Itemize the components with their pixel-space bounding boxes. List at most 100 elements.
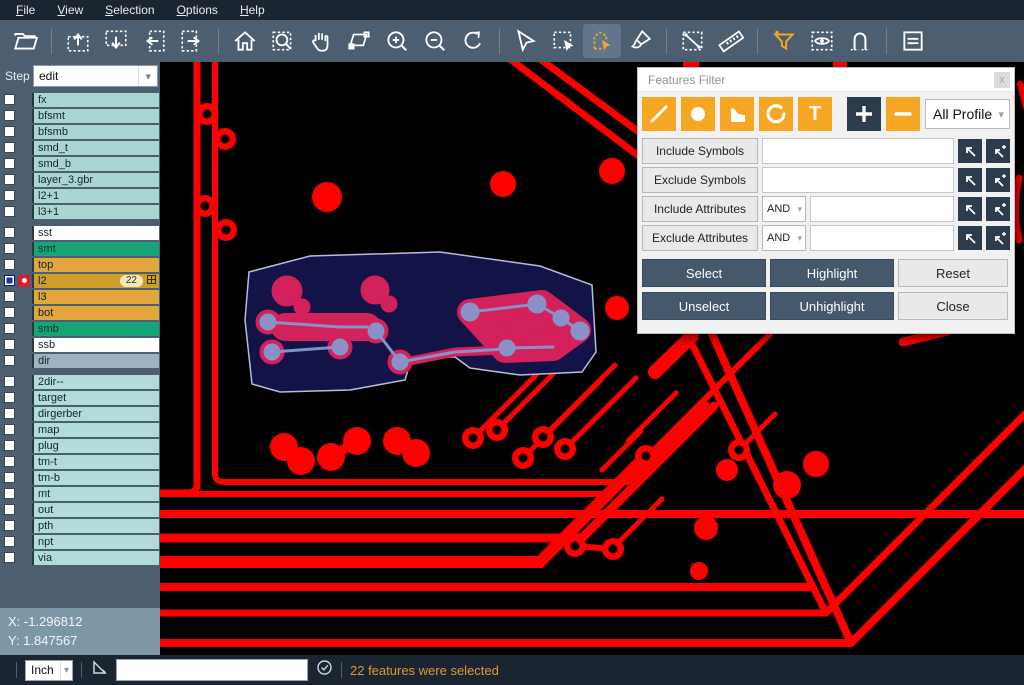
exclude-symbols-button[interactable]: Exclude Symbols	[642, 167, 758, 193]
layer-row[interactable]: via	[1, 550, 159, 565]
profile-select[interactable]: All Profile ▾	[925, 99, 1010, 129]
home-view-icon[interactable]	[226, 24, 264, 58]
layer-name-chip[interactable]: npt	[32, 535, 159, 549]
layer-row[interactable]: npt	[1, 534, 159, 549]
layer-name-chip[interactable]: smb	[32, 322, 159, 336]
text-feature-button[interactable]: T	[798, 97, 832, 131]
step-select[interactable]: edit ▾	[33, 65, 158, 87]
pick-arrow-icon[interactable]	[958, 197, 982, 221]
layer-row[interactable]: 2dir--	[1, 374, 159, 389]
layer-name-chip[interactable]: smd_t	[32, 141, 159, 155]
zoom-in-icon[interactable]	[378, 24, 416, 58]
layer-row[interactable]: bfsmt	[1, 108, 159, 123]
layer-name-chip[interactable]: tm-t	[32, 455, 159, 469]
layer-visibility-checkbox[interactable]	[4, 408, 15, 419]
exclude-attributes-input[interactable]	[810, 225, 954, 251]
layer-name-chip[interactable]: bfsmt	[32, 109, 159, 123]
layer-row[interactable]: dir	[1, 353, 159, 368]
layer-visibility-checkbox[interactable]	[4, 552, 15, 563]
layer-name-chip[interactable]: plug	[32, 439, 159, 453]
layer-name-chip[interactable]: pth	[32, 519, 159, 533]
layer-row[interactable]: smd_b	[1, 156, 159, 171]
layer-row[interactable]: smb	[1, 321, 159, 336]
clean-brush-icon[interactable]	[621, 24, 659, 58]
command-input[interactable]	[116, 659, 308, 681]
menu-selection[interactable]: Selection	[95, 1, 164, 19]
layer-name-chip[interactable]: target	[32, 391, 159, 405]
layer-visibility-checkbox[interactable]	[4, 206, 15, 217]
layer-row[interactable]: layer_3.gbr	[1, 172, 159, 187]
add-filter-button[interactable]	[847, 97, 881, 131]
layer-name-chip[interactable]: smt	[32, 242, 159, 256]
layer-name-chip[interactable]: tm-b	[32, 471, 159, 485]
arc-feature-button[interactable]	[759, 97, 793, 131]
layer-name-chip[interactable]: bfsmb	[32, 125, 159, 139]
close-icon[interactable]: x	[994, 72, 1010, 88]
layer-row[interactable]: smt	[1, 241, 159, 256]
layer-name-chip[interactable]: layer_3.gbr	[32, 173, 159, 187]
zoom-polygon-icon[interactable]	[340, 24, 378, 58]
layer-row[interactable]: target	[1, 390, 159, 405]
close-button[interactable]: Close	[898, 292, 1008, 320]
pick-arrow-add-icon[interactable]	[986, 168, 1010, 192]
layer-name-chip[interactable]: fx	[32, 93, 159, 107]
layer-name-chip[interactable]: mt	[32, 487, 159, 501]
layer-visibility-checkbox[interactable]	[4, 424, 15, 435]
include-symbols-input[interactable]	[762, 138, 954, 164]
layer-row[interactable]: out	[1, 502, 159, 517]
include-attributes-op-select[interactable]: AND ▾	[762, 196, 806, 222]
pick-arrow-add-icon[interactable]	[986, 139, 1010, 163]
layer-visibility-checkbox[interactable]	[4, 456, 15, 467]
pan-up-icon[interactable]	[59, 24, 97, 58]
layer-visibility-checkbox[interactable]	[4, 259, 15, 270]
layer-name-chip[interactable]: 2dir--	[32, 375, 159, 389]
layer-visibility-checkbox[interactable]	[4, 227, 15, 238]
exclude-symbols-input[interactable]	[762, 167, 954, 193]
layer-row[interactable]: l2+1	[1, 188, 159, 203]
menu-view[interactable]: View	[47, 1, 93, 19]
layers-panel-icon[interactable]	[894, 24, 932, 58]
layer-name-chip[interactable]: top	[32, 258, 159, 272]
pick-arrow-icon[interactable]	[958, 168, 982, 192]
line-feature-button[interactable]	[642, 97, 676, 131]
pick-arrow-add-icon[interactable]	[986, 197, 1010, 221]
exclude-attributes-op-select[interactable]: AND ▾	[762, 225, 806, 251]
remove-filter-button[interactable]	[886, 97, 920, 131]
layer-visibility-checkbox[interactable]	[4, 126, 15, 137]
layer-row[interactable]: bfsmb	[1, 124, 159, 139]
pick-arrow-add-icon[interactable]	[986, 226, 1010, 250]
layer-name-chip[interactable]: l2 22	[32, 274, 159, 288]
layer-name-chip[interactable]: map	[32, 423, 159, 437]
layer-visibility-checkbox[interactable]	[4, 94, 15, 105]
layer-visibility-checkbox[interactable]	[4, 174, 15, 185]
layer-visibility-checkbox[interactable]	[4, 243, 15, 254]
include-attributes-input[interactable]	[810, 196, 954, 222]
polygon-select-icon[interactable]	[583, 24, 621, 58]
select-cursor-icon[interactable]	[507, 24, 545, 58]
unselect-button[interactable]: Unselect	[642, 292, 766, 320]
measure-line-icon[interactable]	[674, 24, 712, 58]
layer-visibility-checkbox[interactable]	[4, 323, 15, 334]
open-folder-icon[interactable]	[6, 24, 44, 58]
layer-visibility-checkbox[interactable]	[4, 142, 15, 153]
layer-name-chip[interactable]: dirgerber	[32, 407, 159, 421]
exclude-attributes-button[interactable]: Exclude Attributes	[642, 225, 758, 251]
rect-select-icon[interactable]	[545, 24, 583, 58]
layer-visibility-checkbox[interactable]	[4, 158, 15, 169]
layer-visibility-checkbox[interactable]	[4, 536, 15, 547]
surface-feature-button[interactable]	[720, 97, 754, 131]
layer-name-chip[interactable]: bot	[32, 306, 159, 320]
layer-row[interactable]: smd_t	[1, 140, 159, 155]
layer-visibility-checkbox[interactable]	[4, 339, 15, 350]
layer-row[interactable]: tm-t	[1, 454, 159, 469]
layer-row[interactable]: mt	[1, 486, 159, 501]
pan-down-icon[interactable]	[97, 24, 135, 58]
layer-row[interactable]: dirgerber	[1, 406, 159, 421]
zoom-out-icon[interactable]	[416, 24, 454, 58]
include-attributes-button[interactable]: Include Attributes	[642, 196, 758, 222]
layer-visibility-checkbox[interactable]	[4, 504, 15, 515]
view-window-icon[interactable]	[803, 24, 841, 58]
corner-ruler-icon[interactable]	[90, 659, 108, 682]
layer-row[interactable]: plug	[1, 438, 159, 453]
layer-row[interactable]: l2 22	[1, 273, 159, 288]
